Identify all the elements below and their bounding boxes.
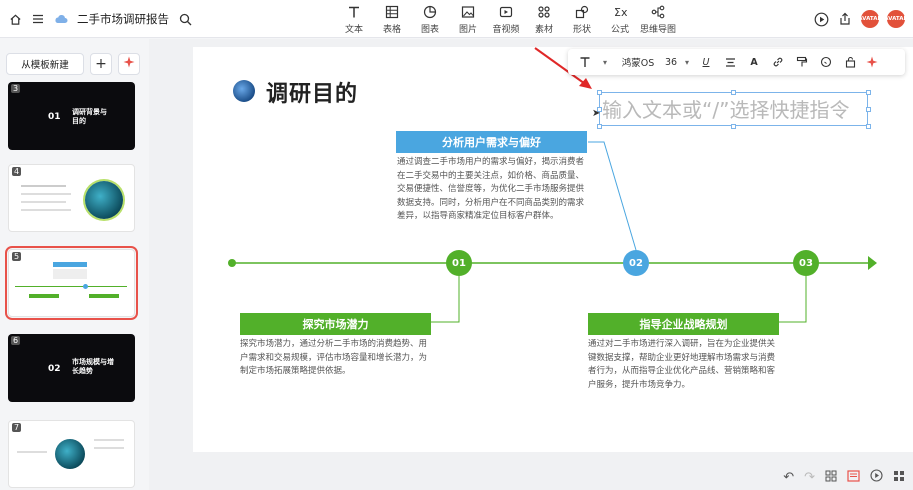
link-icon[interactable]: [766, 56, 790, 68]
format-painter-icon[interactable]: [790, 56, 814, 68]
lock-icon[interactable]: [838, 56, 862, 68]
font-family-select[interactable]: 鸿蒙OS: [614, 55, 662, 69]
undo-icon[interactable]: ↶: [783, 470, 794, 485]
text-type-icon[interactable]: [574, 56, 596, 68]
text-format-toolbar: ▾ 鸿蒙OS 36 ▾ U A: [568, 49, 905, 75]
font-size-select[interactable]: 36: [662, 57, 680, 68]
slide-title[interactable]: 调研目的: [266, 76, 358, 108]
cursor-icon: ➤: [592, 108, 601, 119]
section-body-3[interactable]: 通过对二手市场进行深入调研，旨在为企业提供关键数据支撑，帮助企业更好地理解市场需…: [588, 338, 780, 392]
comment-icon[interactable]: [814, 56, 838, 68]
redo-icon[interactable]: ↷: [804, 470, 815, 485]
ai-sparkle-icon[interactable]: [862, 56, 882, 68]
resize-handle[interactable]: [597, 90, 602, 95]
grid-view-icon[interactable]: [825, 470, 837, 486]
chevron-down-icon[interactable]: ▾: [680, 58, 694, 67]
section-body-1[interactable]: 通过调查二手市场用户的需求与偏好，揭示消费者在二手交易中的主要关注点，如价格、商…: [397, 156, 589, 224]
section-body-2[interactable]: 探究市场潜力，通过分析二手市场的消费趋势、用户需求和交易规模，评估市场容量和增长…: [240, 338, 434, 379]
section-heading-1[interactable]: 分析用户需求与偏好: [396, 131, 587, 153]
resize-handle[interactable]: [866, 124, 871, 129]
title-globe-icon: [233, 80, 255, 102]
slide-view-icon[interactable]: [847, 469, 860, 486]
more-icon[interactable]: [893, 470, 905, 486]
resize-handle[interactable]: [731, 124, 736, 129]
resize-handle[interactable]: [866, 90, 871, 95]
resize-handle[interactable]: [731, 90, 736, 95]
section-heading-3[interactable]: 指导企业战略规划: [588, 313, 779, 335]
chevron-down-icon[interactable]: ▾: [596, 58, 614, 67]
section-heading-2[interactable]: 探究市场潜力: [240, 313, 431, 335]
timeline-node-1[interactable]: 01: [446, 250, 472, 276]
resize-handle[interactable]: [866, 107, 871, 112]
underline-icon[interactable]: U: [694, 57, 718, 68]
bottom-controls: ↶ ↷: [783, 469, 905, 486]
font-color-icon[interactable]: A: [742, 57, 766, 68]
text-input-box[interactable]: 输入文本或“/”选择快捷指令: [599, 92, 868, 126]
align-center-icon[interactable]: [718, 57, 742, 68]
resize-handle[interactable]: [597, 124, 602, 129]
timeline-node-3[interactable]: 03: [793, 250, 819, 276]
present-icon[interactable]: [870, 469, 883, 486]
timeline-node-2[interactable]: 02: [623, 250, 649, 276]
